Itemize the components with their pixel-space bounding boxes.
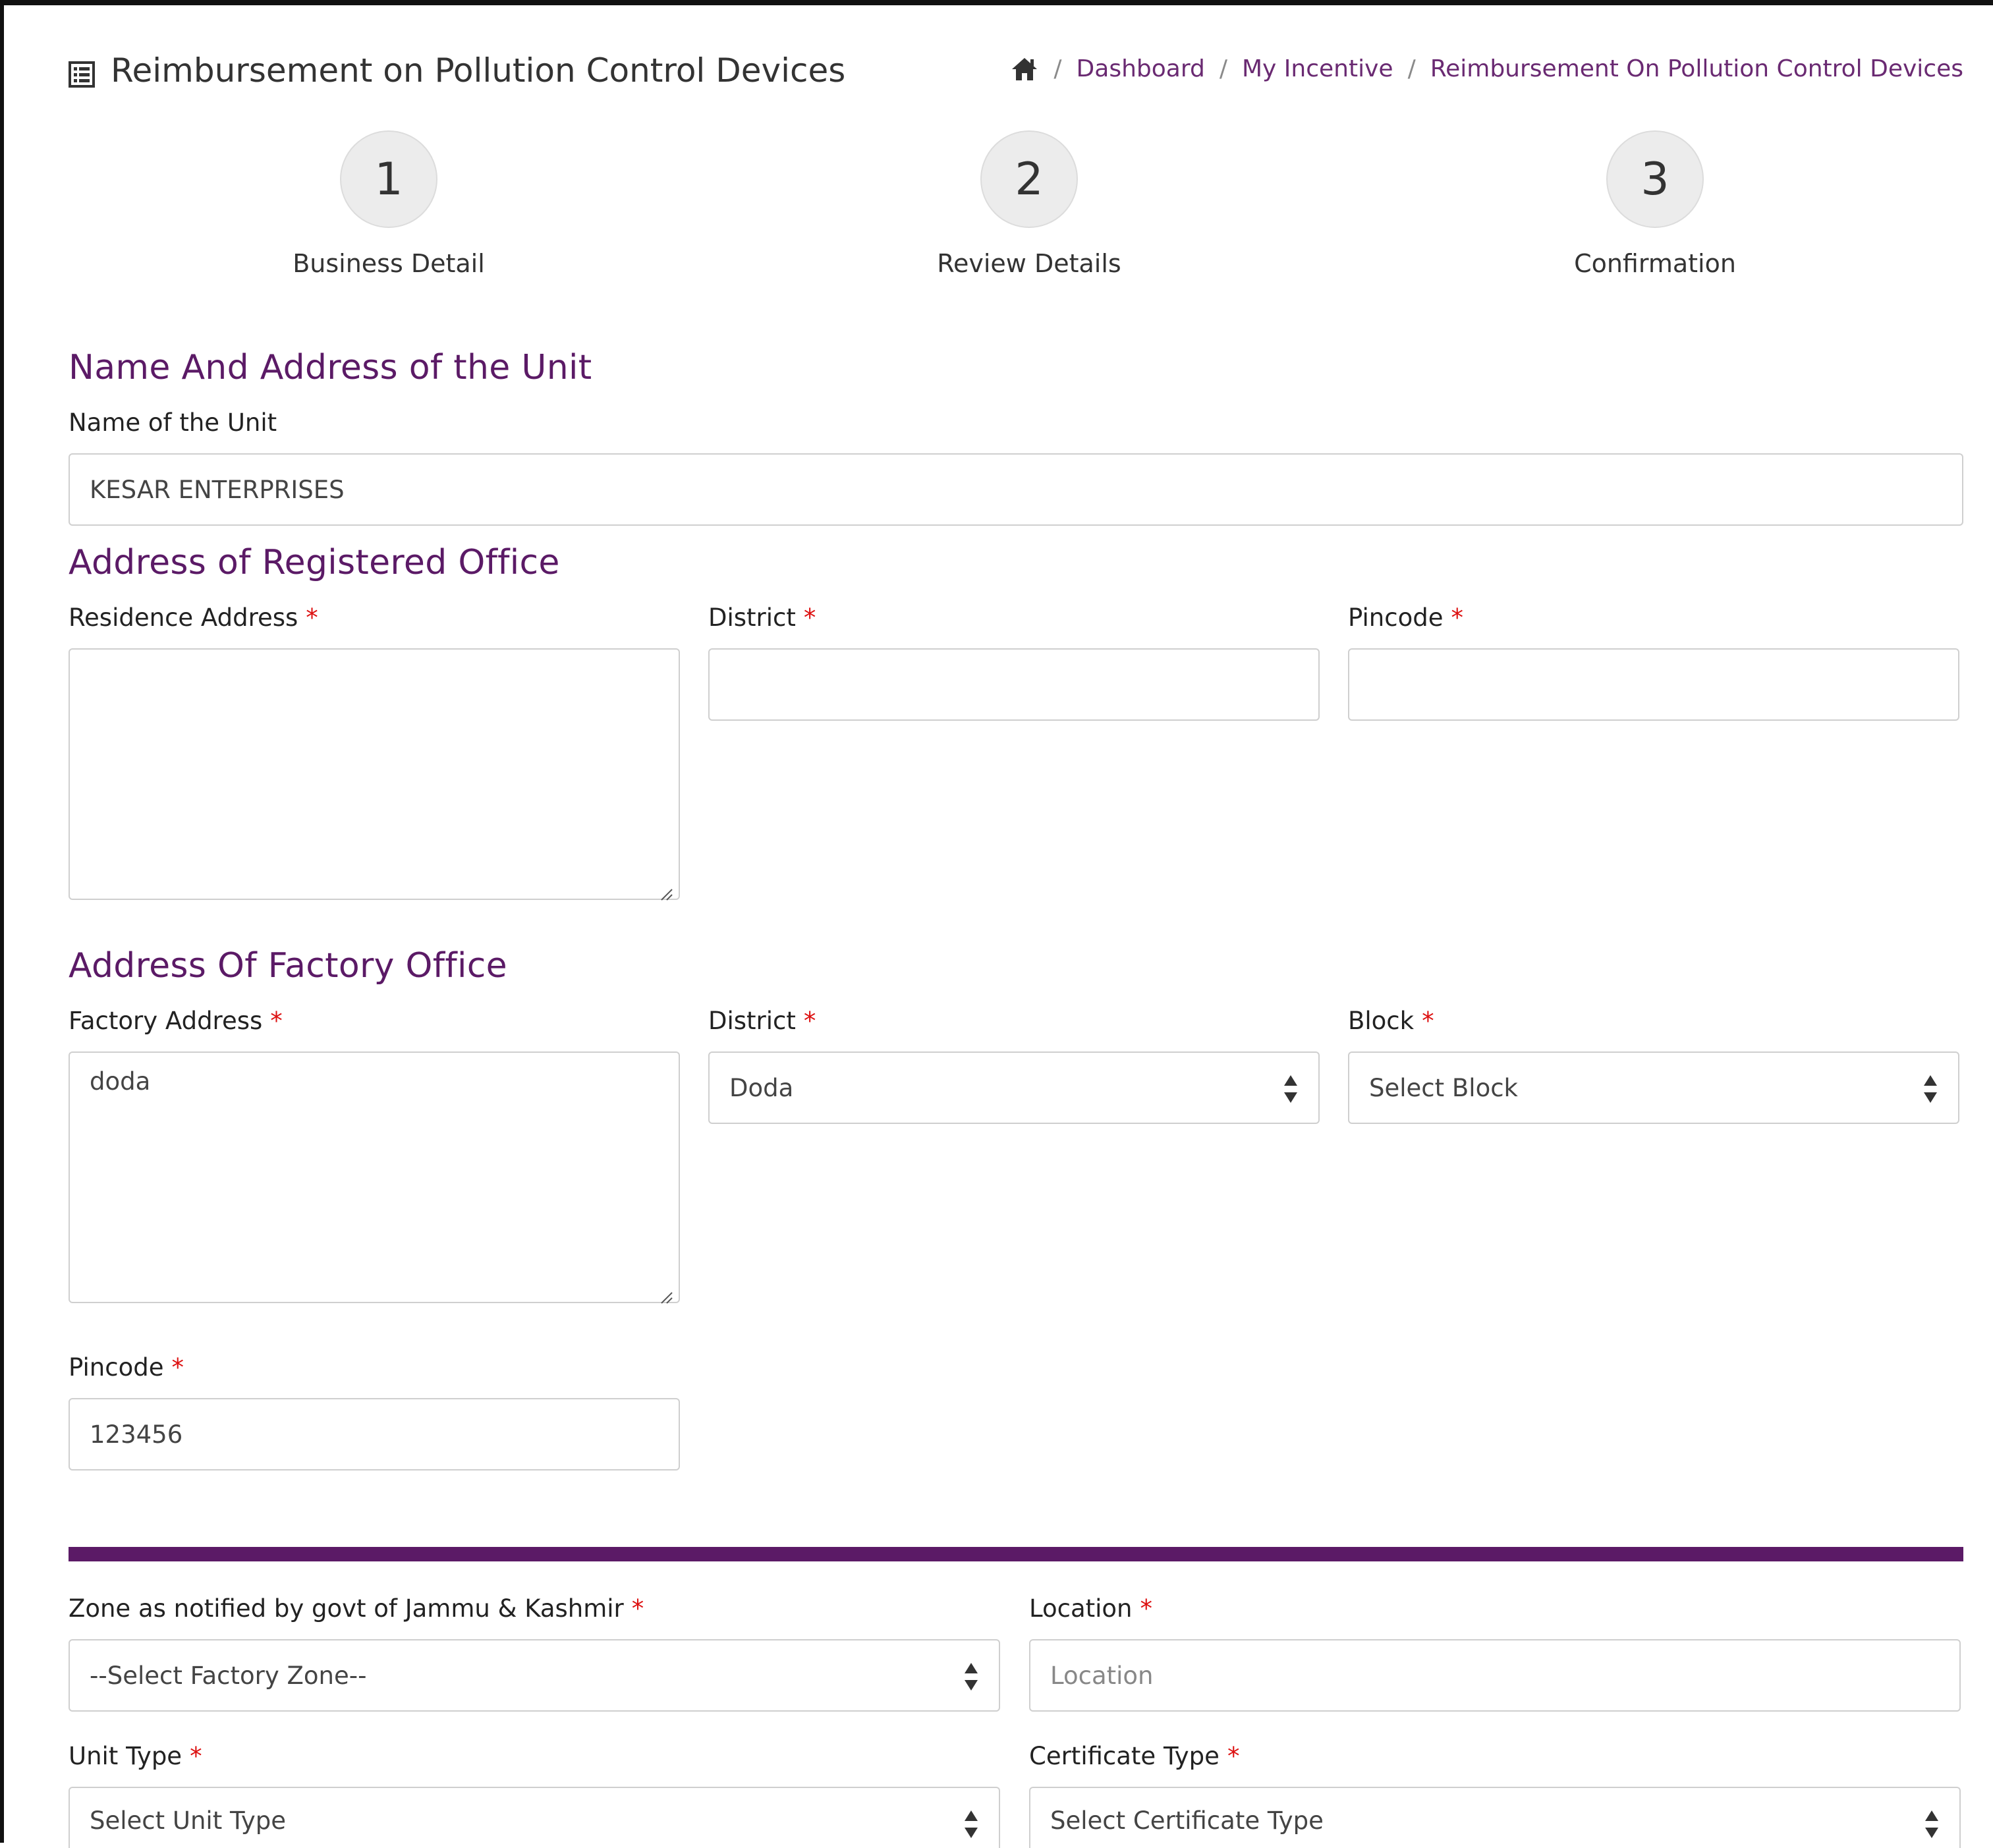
unit-name-value: KESAR ENTERPRISES bbox=[90, 475, 345, 504]
breadcrumb-current[interactable]: Reimbursement On Pollution Control Devic… bbox=[1430, 55, 1963, 82]
required-mark: * bbox=[1227, 1742, 1240, 1770]
page-title-text: Reimbursement on Pollution Control Devic… bbox=[111, 51, 846, 90]
certificate-type-label-text: Certificate Type bbox=[1029, 1742, 1220, 1770]
unit-type-value: Select Unit Type bbox=[90, 1806, 286, 1835]
registered-district-field[interactable] bbox=[708, 648, 1320, 721]
factory-pincode-value: 123456 bbox=[90, 1420, 183, 1449]
required-mark: * bbox=[1140, 1594, 1153, 1623]
required-mark: * bbox=[1422, 1007, 1434, 1035]
registered-district-label-text: District bbox=[708, 603, 796, 632]
breadcrumb-my-incentive[interactable]: My Incentive bbox=[1242, 55, 1393, 82]
unit-name-field[interactable]: KESAR ENTERPRISES bbox=[69, 453, 1963, 526]
location-placeholder: Location bbox=[1050, 1661, 1154, 1690]
certificate-type-label: Certificate Type * bbox=[1029, 1742, 1239, 1770]
breadcrumb-separator: / bbox=[1053, 55, 1062, 82]
required-mark: * bbox=[306, 603, 318, 632]
step-label: Confirmation bbox=[1574, 249, 1736, 278]
step-confirmation[interactable]: 3 Confirmation bbox=[1490, 130, 1820, 278]
residence-address-textarea[interactable] bbox=[69, 648, 680, 901]
factory-district-select[interactable]: Doda bbox=[708, 1051, 1320, 1124]
location-label: Location * bbox=[1029, 1594, 1152, 1623]
factory-district-label-text: District bbox=[708, 1007, 796, 1035]
page-header: Reimbursement on Pollution Control Devic… bbox=[69, 32, 1963, 111]
zone-label-text: Zone as notified by govt of Jammu & Kash… bbox=[69, 1594, 624, 1623]
factory-address-value: doda bbox=[90, 1067, 151, 1096]
section-title-unit: Name And Address of the Unit bbox=[69, 348, 592, 387]
breadcrumb: / Dashboard / My Incentive / Reimburseme… bbox=[1010, 55, 1963, 82]
factory-block-value: Select Block bbox=[1369, 1073, 1518, 1102]
factory-address-textarea[interactable]: doda bbox=[69, 1051, 680, 1304]
certificate-type-value: Select Certificate Type bbox=[1050, 1806, 1324, 1835]
required-mark: * bbox=[803, 603, 816, 632]
select-arrows-icon bbox=[963, 1809, 979, 1839]
section-title-factory-office: Address Of Factory Office bbox=[69, 946, 507, 986]
select-arrows-icon bbox=[1923, 1074, 1938, 1104]
unit-type-label: Unit Type * bbox=[69, 1742, 202, 1770]
required-mark: * bbox=[1451, 603, 1463, 632]
registered-pincode-field[interactable] bbox=[1348, 648, 1959, 721]
factory-district-label: District * bbox=[708, 1007, 816, 1035]
breadcrumb-dashboard[interactable]: Dashboard bbox=[1077, 55, 1205, 82]
unit-name-label: Name of the Unit bbox=[69, 408, 277, 437]
certificate-type-select[interactable]: Select Certificate Type bbox=[1029, 1787, 1961, 1848]
factory-block-select[interactable]: Select Block bbox=[1348, 1051, 1959, 1124]
step-number: 3 bbox=[1606, 130, 1704, 228]
factory-pincode-label: Pincode * bbox=[69, 1353, 184, 1382]
select-arrows-icon bbox=[1283, 1074, 1299, 1104]
registered-pincode-label: Pincode * bbox=[1348, 603, 1463, 632]
page-content: Reimbursement on Pollution Control Devic… bbox=[69, 32, 1963, 328]
form-stepper: 1 Business Detail 2 Review Details 3 Con… bbox=[69, 130, 1963, 328]
factory-district-value: Doda bbox=[729, 1073, 794, 1102]
residence-address-label-text: Residence Address bbox=[69, 603, 298, 632]
factory-pincode-field[interactable]: 123456 bbox=[69, 1398, 680, 1470]
factory-address-label-text: Factory Address bbox=[69, 1007, 263, 1035]
factory-pincode-label-text: Pincode bbox=[69, 1353, 164, 1382]
resize-grip-icon[interactable] bbox=[659, 879, 673, 901]
unit-type-label-text: Unit Type bbox=[69, 1742, 182, 1770]
home-icon[interactable] bbox=[1010, 56, 1039, 82]
factory-zone-select[interactable]: --Select Factory Zone-- bbox=[69, 1639, 1000, 1712]
section-divider bbox=[69, 1547, 1963, 1561]
factory-block-label-text: Block bbox=[1348, 1007, 1415, 1035]
step-review-details[interactable]: 2 Review Details bbox=[864, 130, 1194, 278]
required-mark: * bbox=[190, 1742, 202, 1770]
zone-label: Zone as notified by govt of Jammu & Kash… bbox=[69, 1594, 644, 1623]
list-alt-icon bbox=[69, 57, 95, 88]
step-label: Review Details bbox=[937, 249, 1121, 278]
breadcrumb-separator: / bbox=[1407, 55, 1416, 82]
select-arrows-icon bbox=[963, 1662, 979, 1692]
required-mark: * bbox=[631, 1594, 644, 1623]
step-number: 1 bbox=[340, 130, 437, 228]
step-number: 2 bbox=[980, 130, 1078, 228]
breadcrumb-separator: / bbox=[1219, 55, 1227, 82]
step-label: Business Detail bbox=[293, 249, 485, 278]
registered-district-label: District * bbox=[708, 603, 816, 632]
factory-block-label: Block * bbox=[1348, 1007, 1434, 1035]
select-arrows-icon bbox=[1924, 1809, 1940, 1839]
resize-grip-icon[interactable] bbox=[659, 1282, 673, 1304]
required-mark: * bbox=[803, 1007, 816, 1035]
page-frame: Reimbursement on Pollution Control Devic… bbox=[0, 0, 1993, 1848]
factory-address-label: Factory Address * bbox=[69, 1007, 283, 1035]
unit-type-select[interactable]: Select Unit Type bbox=[69, 1787, 1000, 1848]
required-mark: * bbox=[270, 1007, 283, 1035]
location-label-text: Location bbox=[1029, 1594, 1133, 1623]
required-mark: * bbox=[171, 1353, 184, 1382]
registered-pincode-label-text: Pincode bbox=[1348, 603, 1444, 632]
step-business-detail[interactable]: 1 Business Detail bbox=[224, 130, 553, 278]
residence-address-label: Residence Address * bbox=[69, 603, 318, 632]
page-title: Reimbursement on Pollution Control Devic… bbox=[69, 51, 845, 90]
factory-zone-value: --Select Factory Zone-- bbox=[90, 1661, 367, 1690]
section-title-registered-office: Address of Registered Office bbox=[69, 543, 560, 582]
location-input[interactable]: Location bbox=[1029, 1639, 1961, 1712]
